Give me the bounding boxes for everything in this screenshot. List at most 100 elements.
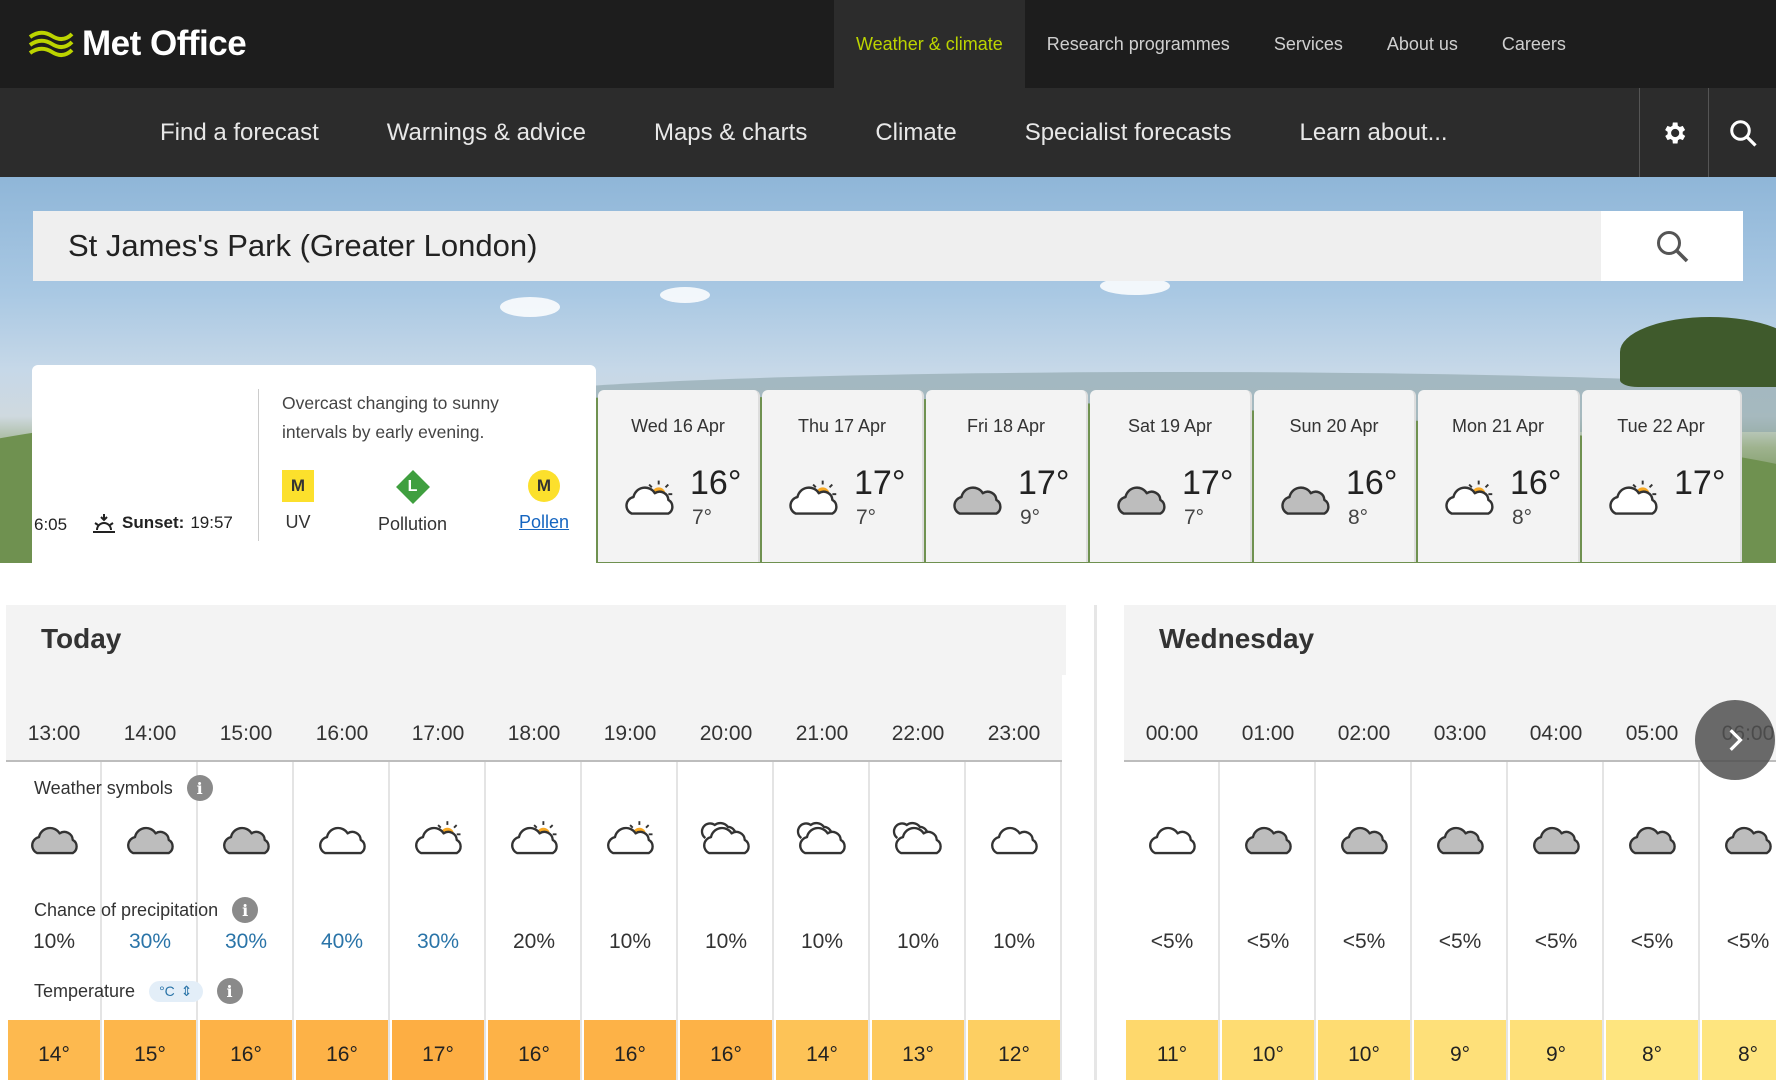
hour-column: 23:00 10% 12° bbox=[966, 675, 1062, 1080]
hour-time: 05:00 bbox=[1604, 675, 1700, 762]
day-name: Sun 20 Apr bbox=[1289, 416, 1379, 436]
nav-learn-about[interactable]: Learn about... bbox=[1265, 88, 1481, 177]
top-nav-services[interactable]: Services bbox=[1252, 0, 1365, 88]
hour-column: 03:00 <5% 9° bbox=[1412, 675, 1508, 1080]
day-tab[interactable]: Mon 21 Apr 16° 8° bbox=[1418, 390, 1580, 562]
partly-cloudy-night-icon bbox=[796, 821, 846, 855]
hour-precipitation: 10% bbox=[992, 930, 1036, 953]
location-search-input[interactable] bbox=[33, 211, 1633, 281]
temperature-unit-toggle[interactable]: °C ⇕ bbox=[149, 980, 203, 1002]
hour-column: 16:00 40% 16° bbox=[294, 675, 390, 1080]
location-search-button[interactable] bbox=[1601, 211, 1743, 281]
hour-temperature: 17° bbox=[392, 1020, 484, 1080]
hour-precipitation: <5% bbox=[1150, 930, 1194, 953]
hour-weather-icon bbox=[888, 817, 948, 861]
day-tab[interactable]: Fri 18 Apr 17° 9° bbox=[926, 390, 1088, 562]
hour-column: 15:00 30% 16° bbox=[198, 675, 294, 1080]
met-office-logo[interactable]: Met Office bbox=[28, 22, 247, 66]
day-high-temp: 16° bbox=[1346, 464, 1398, 502]
hour-weather-icon bbox=[504, 817, 564, 861]
cloudy-light-icon bbox=[319, 826, 366, 855]
hour-weather-icon bbox=[1238, 817, 1298, 861]
hour-weather-icon bbox=[312, 817, 372, 861]
hour-column: 19:00 10% 16° bbox=[582, 675, 678, 1080]
hour-weather-icon bbox=[1718, 817, 1776, 861]
day-name: Sat 19 Apr bbox=[1127, 416, 1213, 436]
hour-temperature: 9° bbox=[1414, 1020, 1506, 1080]
hour-time: 22:00 bbox=[870, 675, 966, 762]
hour-time: 00:00 bbox=[1124, 675, 1220, 762]
cloudy-icon bbox=[1245, 826, 1292, 855]
hour-weather-icon bbox=[1142, 817, 1202, 861]
next-hours-button[interactable] bbox=[1695, 700, 1775, 780]
cloudy-icon bbox=[1117, 486, 1166, 515]
hour-column: 04:00 <5% 9° bbox=[1508, 675, 1604, 1080]
hour-column: 21:00 10% 14° bbox=[774, 675, 870, 1080]
hour-temperature: 14° bbox=[776, 1020, 868, 1080]
top-nav-about[interactable]: About us bbox=[1365, 0, 1480, 88]
day-low-temp: 8° bbox=[1512, 506, 1533, 529]
hour-weather-icon bbox=[1334, 817, 1394, 861]
hour-weather-icon bbox=[696, 817, 756, 861]
info-icon[interactable]: i bbox=[216, 978, 243, 1004]
day-weather-icon bbox=[1602, 476, 1664, 522]
info-icon[interactable]: i bbox=[186, 775, 213, 801]
hour-column: 05:00 <5% 8° bbox=[1604, 675, 1700, 1080]
hour-time: 16:00 bbox=[294, 675, 390, 762]
hour-time: 21:00 bbox=[774, 675, 870, 762]
hour-precipitation: 10% bbox=[704, 930, 748, 953]
hour-weather-icon bbox=[24, 817, 84, 861]
hour-weather-icon bbox=[120, 817, 180, 861]
main-nav: Find a forecast Warnings & advice Maps &… bbox=[0, 88, 1776, 177]
top-nav-careers[interactable]: Careers bbox=[1480, 0, 1588, 88]
nav-maps-charts[interactable]: Maps & charts bbox=[620, 88, 841, 177]
sunset-info: Sunset: 19:57 bbox=[92, 512, 233, 534]
nav-climate[interactable]: Climate bbox=[841, 88, 990, 177]
hour-time: 17:00 bbox=[390, 675, 486, 762]
day-weather-icon bbox=[1110, 476, 1172, 522]
hour-temperature: 15° bbox=[104, 1020, 196, 1080]
wednesday-panel-title: Wednesday bbox=[1159, 623, 1315, 654]
day-weather-icon bbox=[1274, 476, 1336, 522]
hour-time: 20:00 bbox=[678, 675, 774, 762]
sunny-intervals-icon bbox=[511, 821, 558, 855]
info-icon[interactable]: i bbox=[232, 897, 259, 923]
day-high-temp: 17° bbox=[854, 464, 906, 502]
hour-precipitation: 30% bbox=[224, 930, 268, 953]
hour-precipitation: 10% bbox=[896, 930, 940, 953]
day-tab[interactable]: Thu 17 Apr 17° 7° bbox=[762, 390, 924, 562]
pollen-link[interactable]: Pollen bbox=[519, 512, 569, 533]
top-nav-research[interactable]: Research programmes bbox=[1025, 0, 1252, 88]
day-low-temp: 7° bbox=[692, 506, 713, 529]
hour-column: 02:00 <5% 10° bbox=[1316, 675, 1412, 1080]
pollution-level-badge: L bbox=[395, 470, 430, 504]
weather-symbols-text: Weather symbols bbox=[34, 777, 173, 798]
day-low-temp: 7° bbox=[1184, 506, 1205, 529]
day-weather-icon bbox=[1438, 476, 1500, 522]
hour-temperature: 16° bbox=[200, 1020, 292, 1080]
day-tab[interactable]: Wed 16 Apr 16° 7° bbox=[598, 390, 760, 562]
hour-weather-icon bbox=[792, 817, 852, 861]
day-name: Wed 16 Apr bbox=[631, 416, 725, 436]
day-tab[interactable]: Tue 22 Apr 17° bbox=[1582, 390, 1742, 562]
nav-warnings[interactable]: Warnings & advice bbox=[353, 88, 620, 177]
nav-find-forecast[interactable]: Find a forecast bbox=[126, 88, 353, 177]
hour-time: 19:00 bbox=[582, 675, 678, 762]
partly-cloudy-night-icon bbox=[892, 821, 942, 855]
hour-temperature: 16° bbox=[488, 1020, 580, 1080]
day-name: Mon 21 Apr bbox=[1451, 416, 1545, 436]
nav-specialist[interactable]: Specialist forecasts bbox=[991, 88, 1266, 177]
hour-precipitation: <5% bbox=[1630, 930, 1674, 953]
search-icon bbox=[1657, 231, 1689, 263]
hour-time: 02:00 bbox=[1316, 675, 1412, 762]
hour-precipitation: <5% bbox=[1438, 930, 1482, 953]
sunny-intervals-icon bbox=[625, 480, 674, 515]
day-tab[interactable]: Sat 19 Apr 17° 7° bbox=[1090, 390, 1252, 562]
hour-time: 14:00 bbox=[102, 675, 198, 762]
header-search-button[interactable] bbox=[1708, 88, 1776, 177]
settings-button[interactable] bbox=[1639, 88, 1708, 177]
hour-precipitation: 40% bbox=[320, 930, 364, 953]
top-nav-weather-climate[interactable]: Weather & climate bbox=[834, 0, 1025, 88]
day-tab[interactable]: Sun 20 Apr 16° 8° bbox=[1254, 390, 1416, 562]
today-panel-title: Today bbox=[41, 623, 122, 654]
